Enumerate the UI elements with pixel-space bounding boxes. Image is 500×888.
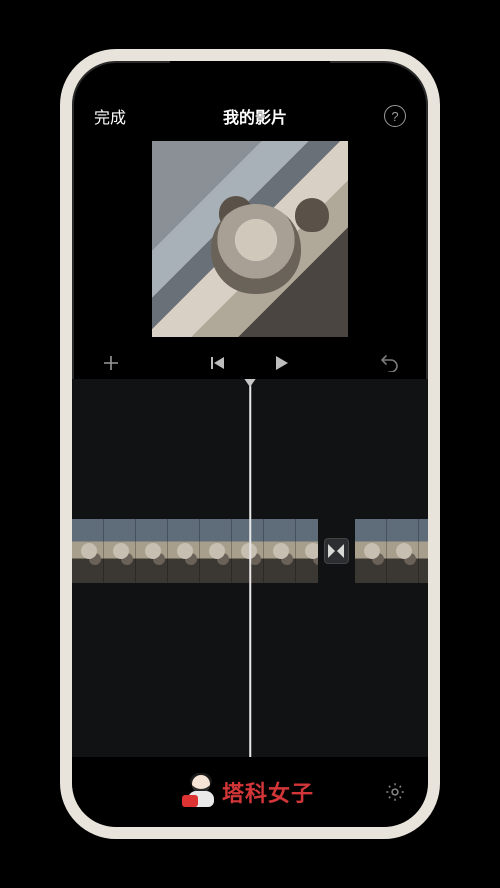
timeline[interactable] <box>72 379 428 757</box>
phone-frame: 完成 我的影片 ? <box>60 49 440 839</box>
add-media-button[interactable] <box>96 353 126 373</box>
help-button[interactable]: ? <box>384 105 406 127</box>
skip-back-button[interactable] <box>209 354 227 372</box>
undo-button[interactable] <box>374 354 404 372</box>
clip-thumb <box>200 519 232 583</box>
footer-bar: 塔科女子 <box>72 757 428 827</box>
playback-controls <box>72 345 428 379</box>
play-icon <box>271 353 291 373</box>
undo-icon <box>378 354 400 372</box>
watermark-text: 塔科女子 <box>222 776 314 808</box>
device-notch <box>170 61 330 87</box>
clip-thumb <box>264 519 296 583</box>
preview-area <box>72 141 428 345</box>
app-screen: 完成 我的影片 ? <box>72 61 428 827</box>
video-preview[interactable] <box>152 141 348 337</box>
page-title: 我的影片 <box>223 104 287 128</box>
transition-icon <box>328 544 344 558</box>
clip-thumb <box>168 519 200 583</box>
video-clip-2[interactable] <box>355 519 428 583</box>
plus-icon <box>101 353 121 373</box>
mascot-icon <box>186 775 216 809</box>
clip-thumb <box>104 519 136 583</box>
transition-button[interactable] <box>324 538 349 564</box>
skip-back-icon <box>209 354 227 372</box>
clip-thumb <box>136 519 168 583</box>
project-settings-button[interactable] <box>384 781 406 803</box>
done-button[interactable]: 完成 <box>94 104 126 128</box>
play-button[interactable] <box>271 353 291 373</box>
watermark: 塔科女子 <box>186 775 314 809</box>
help-icon: ? <box>391 109 398 124</box>
clip-thumb <box>355 519 387 583</box>
clip-thumb <box>296 519 318 583</box>
playhead[interactable] <box>249 385 251 757</box>
clip-thumb <box>72 519 104 583</box>
clip-thumb <box>232 519 264 583</box>
gear-icon <box>384 781 406 803</box>
video-clip-1[interactable] <box>72 519 318 583</box>
playhead-marker-icon <box>243 379 257 387</box>
clip-thumb <box>387 519 419 583</box>
clip-thumb <box>419 519 428 583</box>
